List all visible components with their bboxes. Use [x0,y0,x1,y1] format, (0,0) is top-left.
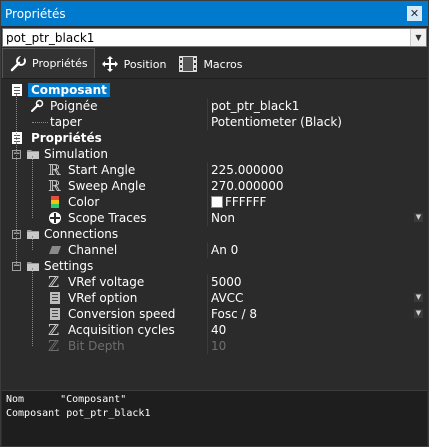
chevron-down-icon[interactable]: ▼ [414,309,423,318]
folder-icon [27,230,39,239]
component-selector-value: pot_ptr_black1 [6,30,95,45]
list-icon [50,308,60,320]
property-row[interactable]: taper Potentiometer (Black) [2,114,427,130]
document-icon [12,84,22,96]
property-row[interactable]: Poignée pot_ptr_black1 [2,98,427,114]
tab-label: Position [123,57,167,71]
property-name: Scope Traces [68,211,147,225]
tab-macros[interactable]: Macros [172,50,248,78]
description-value: pot_ptr_black1 [66,408,151,419]
property-name: Bit Depth [68,339,125,353]
category-composant[interactable]: Composant [2,82,427,98]
tab-properties[interactable]: Propriétés [2,48,95,78]
description-key: Nom [6,394,25,405]
tree-guide [16,142,17,264]
tree-guide [16,94,17,142]
list-icon [50,292,60,304]
property-name: Sweep Angle [68,179,146,193]
wrench-icon [31,99,44,112]
title-bar: Propriétés ✕ [1,1,428,26]
tab-label: Macros [203,57,243,71]
property-name: Acquisition cycles [68,323,175,337]
properties-window: Propriétés ✕ pot_ptr_black1 ▼ Propriétés… [0,0,429,447]
crosshair-icon [49,212,61,224]
property-value[interactable]: 225.000000 [207,162,427,178]
description-panel: Nom "Composant" Composant pot_ptr_black1 [2,390,427,446]
group-simulation[interactable]: − Simulation [2,146,427,162]
close-icon[interactable]: ✕ [407,6,422,21]
folder-icon [27,262,39,271]
property-value-dropdown[interactable]: AVCC ▼ [207,290,427,306]
property-name: Color [68,195,100,209]
description-line: Composant pot_ptr_black1 [6,408,423,422]
property-value[interactable]: An 0 [207,242,427,258]
property-name: Channel [68,243,118,257]
color-hex: FFFFFF [225,195,267,209]
tree-guide [32,268,33,346]
tree-guide [32,156,33,218]
property-value: 10 [207,338,427,354]
description-line: Nom "Composant" [6,394,423,408]
component-selector[interactable]: pot_ptr_black1 ▼ [2,28,427,47]
description-value: "Composant" [60,394,127,405]
dropdown-value: Fosc / 8 [211,307,257,321]
property-name: Conversion speed [68,307,176,321]
window-title: Propriétés [5,6,66,21]
property-value-dropdown[interactable]: Non ▼ [207,210,427,226]
property-row[interactable]: ℝ Start Angle 225.000000 [2,161,427,179]
channel-icon [49,246,61,254]
group-label: Simulation [44,147,108,161]
property-name: VRef option [68,291,138,305]
property-value[interactable]: 270.000000 [207,178,427,194]
property-row[interactable]: Color FFFFFF [2,194,427,210]
category-proprietes[interactable]: Propriétés [2,130,427,146]
property-row: ℤ Bit Depth 10 [2,337,427,355]
wrench-icon [9,54,27,73]
property-value[interactable]: 5000 [207,274,427,290]
group-connections[interactable]: − Connections [2,226,427,242]
property-row[interactable]: VRef option AVCC ▼ [2,290,427,306]
property-name: Start Angle [68,163,136,177]
property-row[interactable]: ℝ Sweep Angle 270.000000 [2,177,427,195]
property-value-color[interactable]: FFFFFF [207,194,427,210]
property-name: Poignée [50,99,98,113]
integer-icon: ℤ [48,337,59,355]
folder-icon [27,150,39,159]
property-grid: Composant Poignée pot_ptr_black1 taper P… [2,80,427,386]
category-label: Composant [28,83,110,97]
tree-connector [32,121,48,123]
tree-guide [32,236,33,250]
property-value[interactable]: Potentiometer (Black) [207,114,427,130]
group-settings[interactable]: − Settings [2,258,427,274]
group-label: Settings [44,259,94,273]
dropdown-value: Non [211,211,235,225]
integer-icon: ℤ [48,273,59,291]
film-icon [178,55,198,73]
property-value-dropdown[interactable]: Fosc / 8 ▼ [207,306,427,322]
property-name: VRef voltage [68,275,145,289]
property-name: taper [50,115,82,129]
real-number-icon: ℝ [48,177,61,195]
property-row[interactable]: Conversion speed Fosc / 8 ▼ [2,306,427,322]
property-value[interactable]: pot_ptr_black1 [207,98,427,114]
property-row[interactable]: ℤ VRef voltage 5000 [2,273,427,291]
palette-icon [51,196,59,208]
property-row[interactable]: Channel An 0 [2,242,427,258]
chevron-down-icon[interactable]: ▼ [414,293,423,302]
property-value[interactable]: 40 [207,322,427,338]
tab-bar: Propriétés Position Macros [2,48,427,79]
dropdown-value: AVCC [211,291,244,305]
move-arrows-icon [101,55,119,73]
property-row[interactable]: Scope Traces Non ▼ [2,210,427,226]
chevron-down-icon[interactable]: ▼ [414,213,423,222]
group-label: Connections [44,227,119,241]
description-key: Composant [6,408,61,419]
tab-position[interactable]: Position [95,50,173,78]
tab-label: Propriétés [32,57,88,70]
chevron-down-icon[interactable]: ▼ [410,29,426,46]
property-row[interactable]: ℤ Acquisition cycles 40 [2,321,427,339]
category-label: Propriétés [31,131,102,145]
color-swatch [211,196,223,208]
document-icon [12,132,22,144]
